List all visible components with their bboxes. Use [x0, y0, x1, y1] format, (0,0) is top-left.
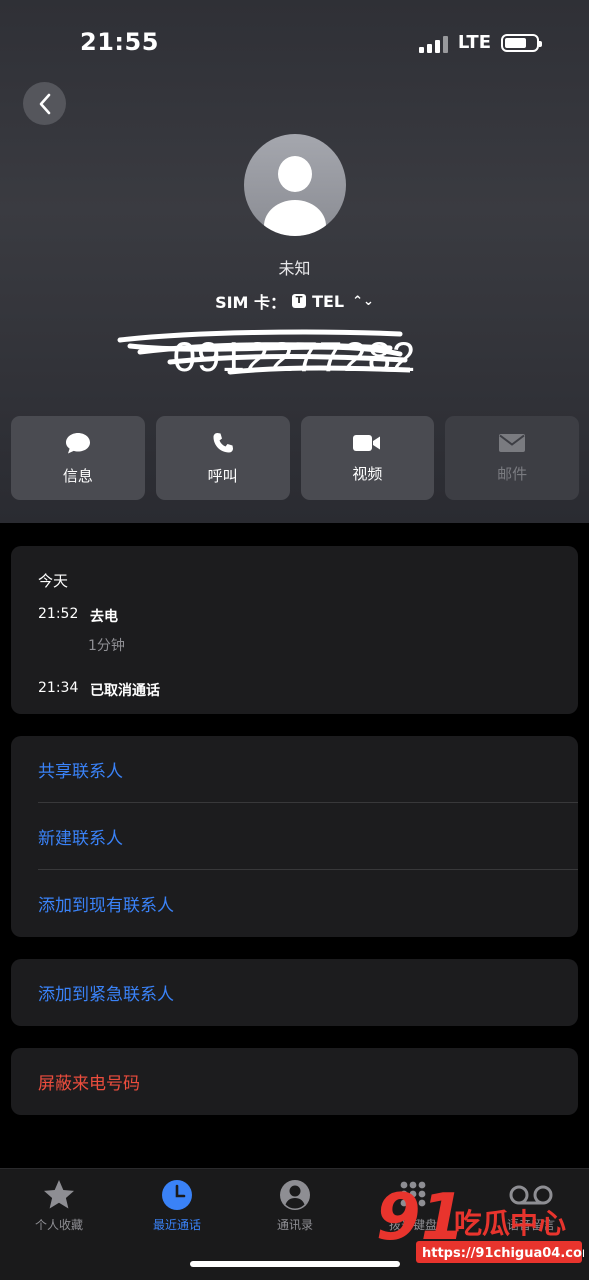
redaction-scribble — [117, 329, 410, 375]
star-icon — [44, 1180, 74, 1209]
phone-icon — [213, 432, 233, 452]
call-time: 21:52 — [38, 606, 79, 622]
tab-label: 通讯录 — [276, 1218, 313, 1232]
call-label: 呼叫 — [207, 466, 238, 485]
battery-icon — [501, 33, 542, 52]
tab-label: 个人收藏 — [34, 1218, 83, 1232]
watermark-logo: 91 吃瓜中心 https://91chigua04.com — [376, 1183, 584, 1263]
call-type: 已取消通话 — [90, 683, 160, 699]
sim-carrier: TEL — [312, 291, 345, 311]
action-row: 信息 呼叫 视频 邮件 — [11, 416, 579, 500]
signal-icon — [418, 33, 448, 53]
call-duration: 1分钟 — [88, 638, 125, 654]
video-icon — [353, 434, 381, 451]
sim-badge: T — [292, 294, 307, 308]
new-contact-button[interactable]: 新建联系人 — [11, 803, 578, 870]
add-emergency-button[interactable]: 添加到紧急联系人 — [11, 959, 578, 1026]
call-entry: 21:52 去电 — [38, 606, 118, 626]
message-button[interactable]: 信息 — [11, 416, 145, 500]
avatar — [244, 134, 346, 236]
add-to-existing-button[interactable]: 添加到现有联系人 — [11, 870, 578, 937]
tab-recents[interactable]: 最近通话 — [118, 1179, 236, 1233]
emergency-card: 添加到紧急联系人 — [11, 959, 578, 1026]
back-button[interactable] — [23, 82, 66, 125]
tab-label: 最近通话 — [152, 1218, 201, 1232]
sim-label: SIM 卡： — [215, 293, 287, 312]
svg-text:吃瓜中心: 吃瓜中心 — [454, 1207, 566, 1240]
video-button[interactable]: 视频 — [300, 416, 435, 500]
tab-contacts[interactable]: 通讯录 — [236, 1179, 354, 1233]
message-label: 信息 — [62, 466, 93, 485]
sim-selector[interactable]: SIM 卡： T TEL ⌃⌄ — [0, 289, 589, 313]
chevron-updown-icon: ⌃⌄ — [352, 293, 374, 309]
contact-actions-card: 共享联系人 新建联系人 添加到现有联系人 — [11, 736, 578, 937]
call-entry: 21:34 已取消通话 — [38, 680, 160, 700]
contact-name: 未知 — [278, 259, 311, 278]
svg-text:https://91chigua04.com: https://91chigua04.com — [422, 1246, 584, 1261]
block-card: 屏蔽来电号码 — [11, 1048, 578, 1115]
mail-button[interactable]: 邮件 — [445, 416, 579, 500]
history-date: 今天 — [38, 572, 69, 590]
mail-label: 邮件 — [497, 464, 528, 483]
clock-icon — [162, 1180, 192, 1210]
home-indicator[interactable] — [190, 1261, 400, 1267]
tab-favorites[interactable]: 个人收藏 — [0, 1179, 118, 1233]
message-icon — [65, 432, 90, 453]
chevron-left-icon — [39, 93, 50, 114]
mail-icon — [499, 433, 526, 452]
video-label: 视频 — [352, 464, 383, 483]
network-label: LTE — [457, 32, 491, 53]
call-history-card: 今天 21:52 去电 1分钟 21:34 已取消通话 — [11, 546, 578, 714]
share-contact-button[interactable]: 共享联系人 — [11, 736, 578, 803]
call-time: 21:34 — [38, 680, 79, 696]
call-button[interactable]: 呼叫 — [155, 416, 290, 500]
status-icons: LTE — [418, 32, 542, 53]
call-type: 去电 — [90, 609, 118, 625]
person-icon — [280, 1180, 310, 1210]
status-time: 21:55 — [80, 28, 159, 56]
block-caller-button[interactable]: 屏蔽来电号码 — [11, 1048, 578, 1115]
